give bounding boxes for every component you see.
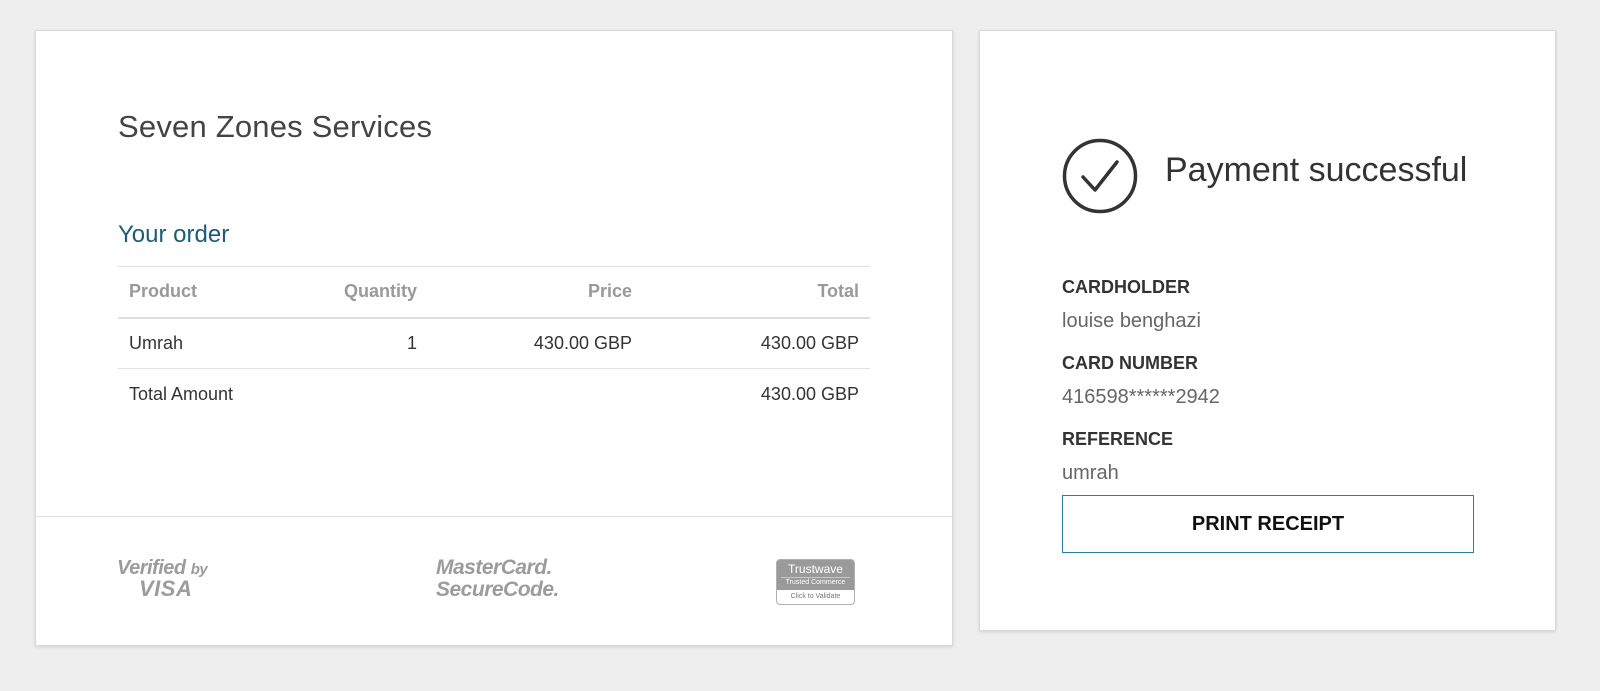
trustwave-name: Trustwave <box>788 562 843 576</box>
item-price: 430.00 GBP <box>428 317 643 369</box>
table-header-row: Product Quantity Price Total <box>118 266 870 319</box>
trustwave-validate-link[interactable]: Click to Validate <box>777 590 854 600</box>
check-circle-icon <box>1062 138 1138 214</box>
item-total: 430.00 GBP <box>643 317 870 369</box>
item-quantity: 1 <box>308 317 428 369</box>
visa-logo-by: by <box>190 561 208 578</box>
payment-status-card: Payment successful CARDHOLDER louise ben… <box>979 30 1556 631</box>
total-value: 430.00 GBP <box>760 383 859 404</box>
empty-cell <box>308 369 428 420</box>
trustwave-subtitle: Trusted Commerce <box>781 577 850 586</box>
card-number-label: CARD NUMBER <box>1062 353 1198 373</box>
reference-value: umrah <box>1062 462 1119 484</box>
print-receipt-button[interactable]: PRINT RECEIPT <box>1062 495 1474 553</box>
security-footer: Verified by VISA MasterCard. SecureCode.… <box>36 516 952 646</box>
table-row: Umrah 1 430.00 GBP 430.00 GBP <box>118 317 870 369</box>
mastercard-logo-line2: SecureCode. <box>436 578 559 601</box>
trustwave-badge[interactable]: Trustwave Trusted Commerce Click to Vali… <box>776 559 855 605</box>
order-card: Seven Zones Services Your order Product … <box>35 30 953 646</box>
card-number-value: 416598******2942 <box>1062 386 1220 408</box>
empty-cell <box>428 369 643 420</box>
column-header-quantity: Quantity <box>308 266 428 319</box>
verified-by-visa-logo: Verified by VISA <box>117 557 217 602</box>
total-label: Total Amount <box>129 383 234 404</box>
mastercard-logo-line1: MasterCard. <box>436 556 552 579</box>
order-heading: Your order <box>118 221 230 248</box>
column-header-price: Price <box>428 266 643 319</box>
cardholder-value: louise benghazi <box>1062 310 1201 332</box>
cardholder-label: CARDHOLDER <box>1062 277 1190 297</box>
merchant-name: Seven Zones Services <box>118 109 433 144</box>
total-row: Total Amount 430.00 GBP <box>118 369 870 420</box>
column-header-total: Total <box>643 266 870 319</box>
order-table: Product Quantity Price Total Umrah 1 430… <box>118 266 870 420</box>
item-product: Umrah <box>118 317 308 369</box>
mastercard-securecode-logo: MasterCard. SecureCode. <box>436 557 559 601</box>
column-header-product: Product <box>118 266 308 319</box>
payment-status-title: Payment successful <box>1165 151 1468 189</box>
reference-label: REFERENCE <box>1062 429 1174 449</box>
